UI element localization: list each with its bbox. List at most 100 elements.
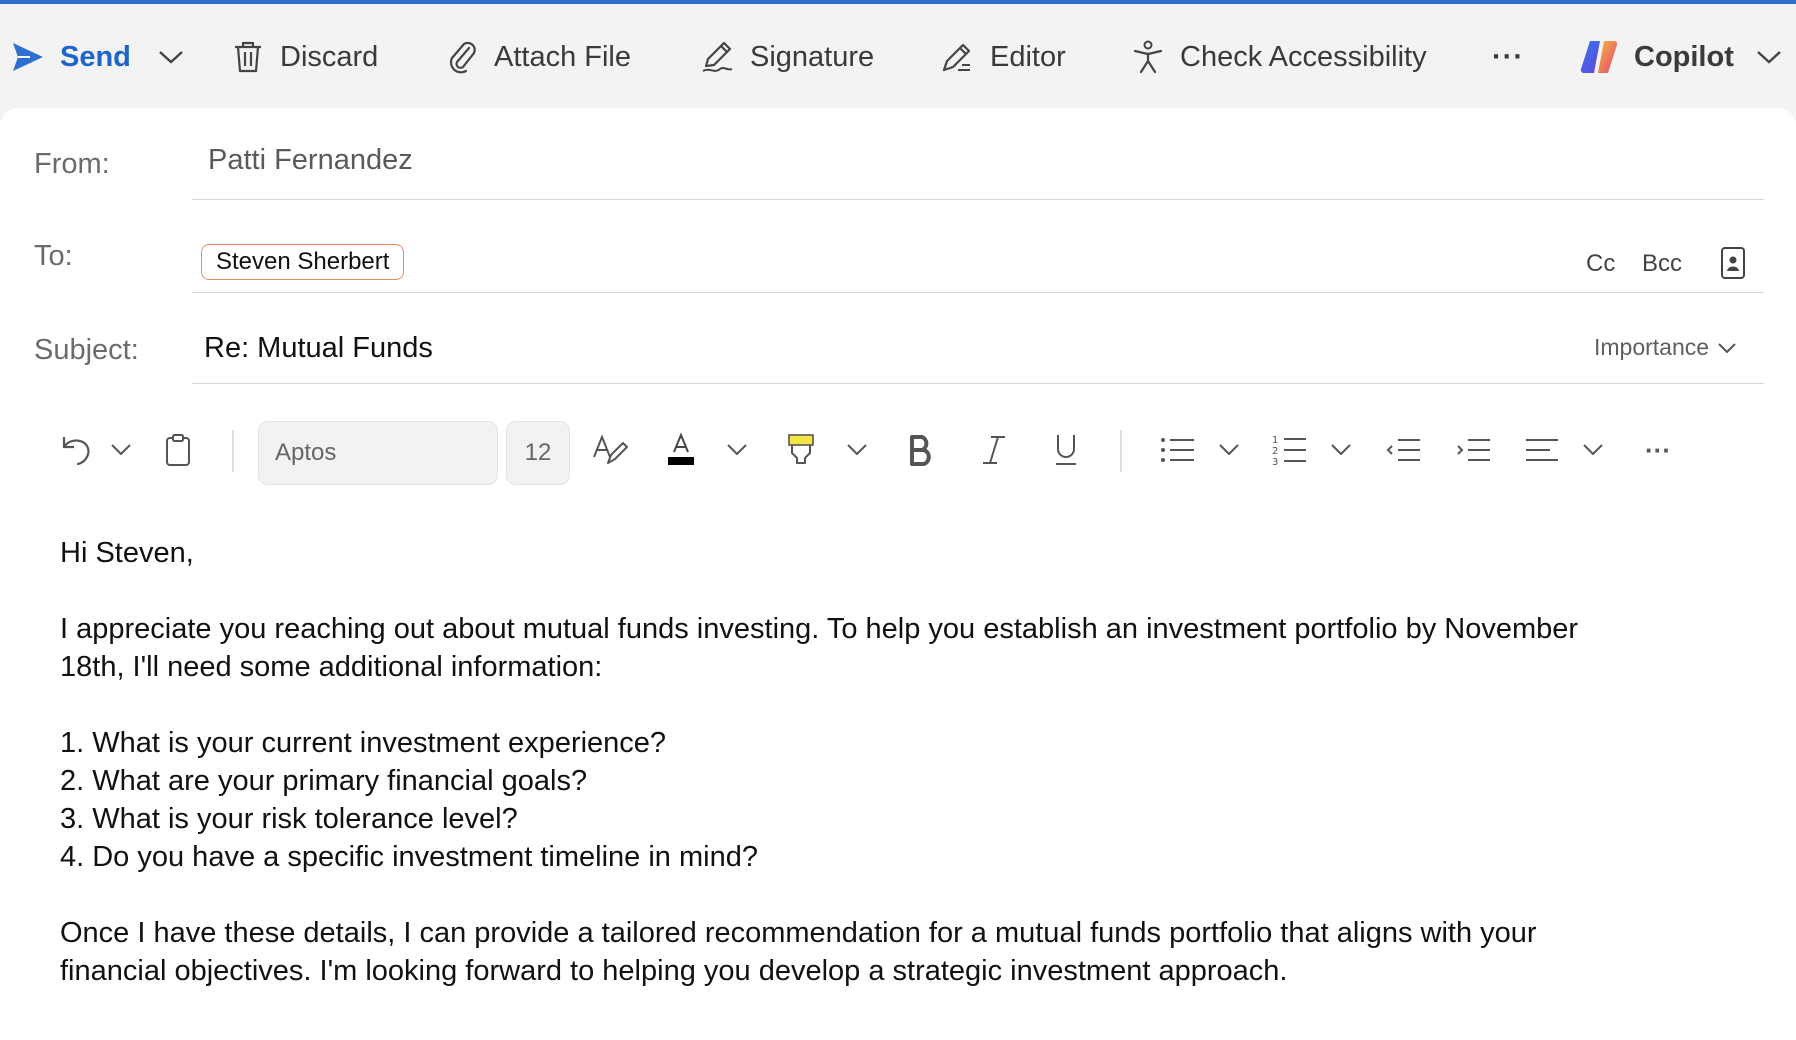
font-family-select[interactable]: Aptos	[258, 421, 498, 485]
bcc-button[interactable]: Bcc	[1642, 250, 1682, 278]
copilot-button[interactable]: Copilot	[1580, 32, 1734, 82]
signature-label: Signature	[750, 40, 875, 73]
decrease-indent-button[interactable]	[1384, 420, 1424, 480]
check-accessibility-label: Check Accessibility	[1180, 40, 1427, 73]
undo-button[interactable]	[56, 420, 96, 480]
bold-button[interactable]	[904, 420, 938, 480]
italic-button[interactable]	[978, 420, 1010, 480]
address-book-button[interactable]	[1720, 246, 1746, 285]
paste-button[interactable]	[160, 420, 196, 480]
body-question-1: 1. What is your current investment exper…	[60, 727, 667, 759]
highlighter-icon	[788, 434, 814, 464]
toolbar-separator	[1120, 430, 1122, 472]
align-chevron[interactable]	[1580, 420, 1606, 480]
clipboard-icon	[166, 434, 190, 466]
recipient-name: Steven Sherbert	[216, 248, 390, 275]
attach-file-button[interactable]: Attach File	[448, 32, 631, 82]
increase-indent-icon	[1457, 439, 1490, 461]
body-blank-line	[60, 572, 1760, 610]
from-divider	[192, 199, 1764, 200]
body-blank-line	[60, 876, 1760, 914]
chevron-down-icon	[1718, 342, 1736, 353]
importance-dropdown[interactable]: Importance	[1594, 334, 1737, 361]
body-intro-line-1: I appreciate you reaching out about mutu…	[60, 613, 1579, 645]
body-question-2: 2. What are your primary financial goals…	[60, 765, 588, 797]
attach-file-label: Attach File	[494, 40, 631, 73]
chevron-down-icon	[847, 444, 867, 456]
increase-indent-button[interactable]	[1454, 420, 1494, 480]
editor-label: Editor	[990, 40, 1066, 73]
text-style-icon	[593, 434, 628, 464]
chevron-down-icon	[1583, 444, 1603, 456]
chevron-down-icon	[1331, 444, 1351, 456]
highlight-chevron[interactable]	[844, 420, 870, 480]
recipient-chip[interactable]: Steven Sherbert	[201, 244, 405, 280]
subject-field[interactable]: Re: Mutual Funds	[204, 332, 433, 365]
signature-button[interactable]: Signature	[700, 32, 874, 82]
to-divider	[192, 292, 1764, 293]
italic-icon	[983, 436, 1005, 464]
body-closing-line-2: financial objectives. I'm looking forwar…	[60, 955, 1288, 987]
font-family-value: Aptos	[275, 439, 337, 466]
text-styles-button[interactable]	[590, 420, 630, 480]
copilot-label: Copilot	[1634, 40, 1734, 73]
address-book-icon	[1721, 247, 1745, 279]
copilot-options-chevron[interactable]	[1756, 32, 1782, 82]
more-options-button[interactable]: ···	[1492, 32, 1524, 82]
chevron-down-icon	[159, 51, 183, 64]
copilot-icon	[1580, 39, 1618, 75]
body-greeting: Hi Steven,	[60, 537, 194, 569]
check-accessibility-button[interactable]: Check Accessibility	[1132, 32, 1427, 82]
decrease-indent-icon	[1386, 439, 1420, 461]
body-question-4: 4. Do you have a specific investment tim…	[60, 841, 758, 873]
bullet-list-chevron[interactable]	[1216, 420, 1242, 480]
discard-label: Discard	[280, 40, 379, 73]
accessibility-icon	[1132, 40, 1164, 74]
editor-pen-icon	[940, 40, 974, 74]
undo-options-chevron[interactable]	[108, 420, 134, 480]
command-bar: Send Discard Attach File Signature Edito…	[0, 4, 1796, 108]
font-size-value: 12	[524, 439, 552, 466]
numbered-list-icon: 123	[1272, 435, 1306, 467]
svg-text:2: 2	[1272, 446, 1278, 457]
highlight-button[interactable]	[784, 420, 818, 480]
chevron-down-icon	[111, 444, 131, 456]
chevron-down-icon	[727, 444, 747, 456]
toolbar-separator	[232, 430, 234, 472]
send-button[interactable]: Send	[12, 32, 131, 82]
discard-button[interactable]: Discard	[232, 32, 378, 82]
font-size-select[interactable]: 12	[506, 421, 570, 485]
font-color-button[interactable]	[664, 420, 698, 480]
importance-label: Importance	[1594, 334, 1710, 360]
cc-button[interactable]: Cc	[1586, 250, 1615, 278]
bullet-list-button[interactable]	[1158, 420, 1198, 480]
more-formatting-button[interactable]: ···	[1638, 420, 1678, 480]
numbered-list-chevron[interactable]	[1328, 420, 1354, 480]
send-icon	[12, 42, 44, 72]
underline-icon	[1056, 435, 1076, 465]
paperclip-icon	[448, 40, 478, 74]
align-button[interactable]	[1522, 420, 1562, 480]
body-question-3: 3. What is your risk tolerance level?	[60, 803, 518, 835]
signature-pen-icon	[700, 40, 734, 74]
underline-button[interactable]	[1050, 420, 1082, 480]
bold-icon	[910, 435, 931, 466]
editor-button[interactable]: Editor	[940, 32, 1066, 82]
svg-text:1: 1	[1272, 435, 1278, 446]
undo-icon	[62, 437, 90, 466]
send-label: Send	[60, 40, 131, 73]
from-field[interactable]: Patti Fernandez	[208, 144, 413, 177]
font-color-chevron[interactable]	[724, 420, 750, 480]
font-color-icon	[668, 432, 694, 465]
more-ellipsis-label: ···	[1492, 40, 1524, 73]
subject-divider	[192, 383, 1764, 384]
to-label: To:	[34, 240, 73, 272]
svg-text:3: 3	[1272, 457, 1278, 467]
align-left-icon	[1526, 439, 1558, 461]
subject-label: Subject:	[34, 334, 139, 366]
chevron-down-icon	[1757, 51, 1781, 64]
body-blank-line	[60, 686, 1760, 724]
send-options-chevron[interactable]	[158, 32, 184, 82]
numbered-list-button[interactable]: 123	[1270, 420, 1310, 480]
message-body[interactable]: Hi Steven, I appreciate you reaching out…	[60, 534, 1760, 990]
